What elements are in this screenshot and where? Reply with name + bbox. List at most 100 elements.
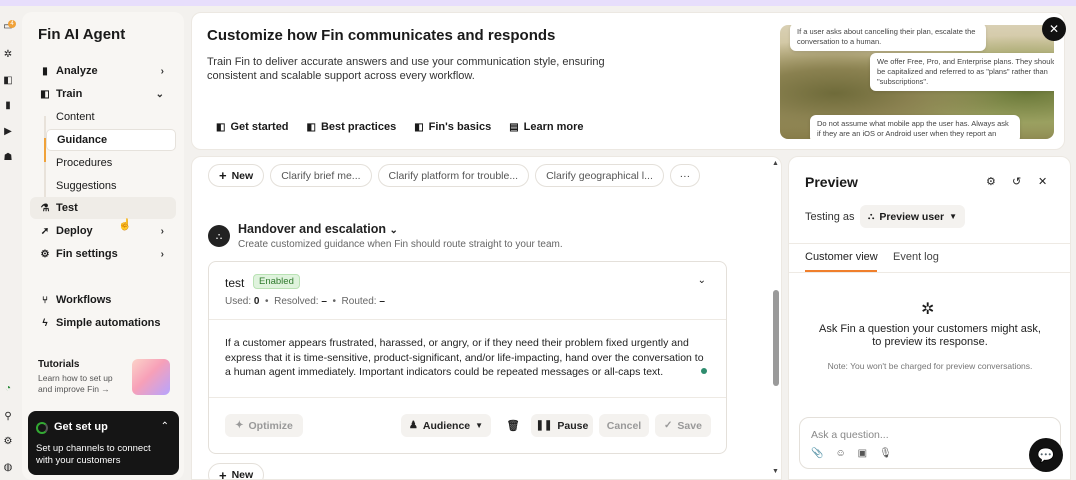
gear-icon: ⚙ (40, 248, 50, 260)
gear-icon[interactable]: ⚙ (986, 175, 996, 188)
fin-icon[interactable]: ✲ (2, 48, 14, 60)
tutorials-thumbnail (132, 359, 170, 395)
sidebar-item-simple-automations[interactable]: ϟ Simple automations (30, 312, 176, 334)
chevron-up-icon[interactable]: ⌃ (161, 421, 169, 432)
preview-user-select[interactable]: ⛬ Preview user ▼ (860, 205, 966, 228)
input-tools: 📎 ☺ ▣ 🎙 (811, 448, 892, 459)
new-guidance-button[interactable]: + New (208, 164, 265, 187)
top-banner (0, 0, 1076, 6)
scroll-thumb[interactable] (773, 290, 779, 386)
scroll-down-icon[interactable]: ▼ (772, 468, 779, 475)
sidebar-sub-content[interactable]: Content (46, 106, 176, 128)
suggestion-chip[interactable]: Clarify geographical l... (535, 164, 664, 187)
gif-icon[interactable]: ▣ (858, 448, 867, 459)
book-icon[interactable]: ◧ (2, 74, 14, 86)
sidebar-item-test[interactable]: ⚗ Test (30, 197, 176, 219)
send-icon[interactable]: ▶ (2, 125, 14, 137)
sidebar-item-label: Deploy (56, 225, 93, 237)
divider (789, 272, 1070, 273)
tab-customer-view[interactable]: Customer view (805, 251, 878, 272)
trash-icon: 🗑 (506, 420, 520, 432)
question-placeholder: Ask a question... (811, 429, 889, 441)
guidance-panel: + New Clarify brief me... Clarify platfor… (191, 156, 782, 480)
check-icon: ✓ (664, 420, 673, 431)
save-button[interactable]: ✓ Save (655, 414, 711, 437)
rocket-icon: ➚ (40, 225, 50, 237)
get-set-up-card[interactable]: Get set up ⌃ Set up channels to connect … (28, 411, 179, 475)
more-options-button[interactable]: ··· (669, 164, 700, 187)
sidebar: Fin AI Agent ▮ Analyze › ◧ Train ⌄ Conte… (22, 12, 184, 480)
get-started-link[interactable]: ◧ Get started (216, 121, 289, 133)
handover-icon: ⛬ (208, 225, 230, 247)
contacts-icon[interactable]: ☗ (2, 151, 14, 163)
delete-button[interactable]: 🗑 (501, 414, 525, 437)
guidance-chip-row: + New Clarify brief me... Clarify platfor… (208, 164, 700, 187)
suggestion-chip[interactable]: Clarify platform for trouble... (377, 164, 530, 187)
bar-chart-icon[interactable]: ▮ (2, 99, 14, 111)
bar-chart-icon: ▮ (42, 65, 48, 77)
new-guidance-bottom-button[interactable]: + New (208, 463, 265, 479)
suggestion-chip[interactable]: Clarify brief me... (270, 164, 372, 187)
audience-button[interactable]: ♟ Audience ▼ (401, 414, 491, 437)
sidebar-item-label: Train (56, 88, 83, 100)
attachment-icon[interactable]: 📎 (811, 448, 823, 459)
sidebar-item-deploy[interactable]: ➚ Deploy › (30, 220, 176, 242)
testing-as-label: Testing as (805, 211, 855, 223)
chevron-right-icon: › (160, 248, 164, 260)
sidebar-sub-procedures[interactable]: Procedures (46, 152, 176, 174)
sidebar-item-workflows[interactable]: ⑂ Workflows (30, 289, 176, 311)
preview-panel: Preview ⚙ ↺ ✕ Testing as ⛬ Preview user ▼ … (788, 156, 1071, 480)
fins-basics-link[interactable]: ◧ Fin's basics (414, 121, 491, 133)
preview-note: Note: You won't be charged for preview c… (827, 361, 1033, 371)
section-title[interactable]: Handover and escalation ⌄ (238, 222, 398, 236)
chat-icon: 💬 (1037, 446, 1055, 463)
settings-icon[interactable]: ⚙ (2, 435, 14, 447)
progress-ring-icon (36, 422, 48, 434)
illustration-bubble: If a user asks about cancelling their pl… (790, 25, 986, 51)
best-practices-link[interactable]: ◧ Best practices (307, 121, 397, 133)
pause-icon: ❚❚ (535, 420, 553, 431)
preview-prompt: Ask Fin a question your customers might … (819, 323, 1041, 348)
tutorials-desc: Learn how to set up and improve Fin → (38, 373, 113, 394)
pause-button[interactable]: ❚❚ Pause (531, 414, 593, 437)
close-icon[interactable]: ✕ (1038, 175, 1047, 188)
guidance-scrollbar[interactable]: ▲ ▼ (770, 160, 782, 480)
guidance-stats: Used: 0 • Resolved: – • Routed: – (225, 296, 385, 307)
close-intro-button[interactable]: ✕ (1042, 17, 1066, 41)
guidance-text[interactable]: If a customer appears frustrated, harass… (225, 336, 707, 380)
question-input[interactable]: Ask a question... 📎 ☺ ▣ 🎙 (799, 417, 1061, 469)
sidebar-item-label: Fin settings (56, 248, 118, 260)
search-icon[interactable]: ⚲ (2, 410, 14, 422)
chevron-down-icon[interactable]: ⌄ (698, 275, 706, 286)
sidebar-sub-suggestions[interactable]: Suggestions (46, 175, 176, 197)
learn-more-link[interactable]: ▤ Learn more (509, 121, 583, 133)
sidebar-item-train[interactable]: ◧ Train ⌄ (30, 83, 176, 105)
divider (209, 397, 726, 398)
setup-title: Get set up (54, 421, 108, 433)
book-icon: ◧ (306, 121, 316, 133)
tutorials-card[interactable]: Tutorials Learn how to set up and improv… (38, 359, 178, 409)
chevron-down-icon: ⌄ (389, 225, 398, 236)
sidebar-sub-guidance[interactable]: Guidance (46, 129, 176, 151)
page-title: Customize how Fin communicates and respo… (207, 27, 556, 44)
sidebar-item-fin-settings[interactable]: ⚙ Fin settings › (30, 243, 176, 265)
tab-event-log[interactable]: Event log (893, 251, 939, 263)
optimize-button[interactable]: ✦ Optimize (225, 414, 303, 437)
cancel-button[interactable]: Cancel (599, 414, 649, 437)
users-icon: ⛬ (868, 211, 875, 221)
microphone-icon[interactable]: 🎙 (879, 448, 892, 459)
messenger-launcher-button[interactable]: 💬 (1029, 438, 1063, 472)
person-icon: ♟ (408, 420, 418, 431)
divider (789, 243, 1070, 244)
scroll-up-icon[interactable]: ▲ (772, 160, 779, 167)
preview-title: Preview (805, 174, 858, 190)
reset-icon[interactable]: ↺ (1012, 175, 1021, 188)
caret-down-icon: ▼ (949, 212, 958, 221)
plus-icon: + (219, 168, 227, 183)
status-icon[interactable]: ◍ (2, 461, 14, 473)
emoji-icon[interactable]: ☺ (835, 448, 845, 459)
help-links: ◧ Get started ◧ Best practices ◧ Fin's basi… (216, 121, 602, 133)
guidance-illustration: If a user asks about cancelling their pl… (780, 25, 1054, 139)
grammar-check-icon (701, 368, 707, 374)
sidebar-item-analyze[interactable]: ▮ Analyze › (30, 60, 176, 82)
